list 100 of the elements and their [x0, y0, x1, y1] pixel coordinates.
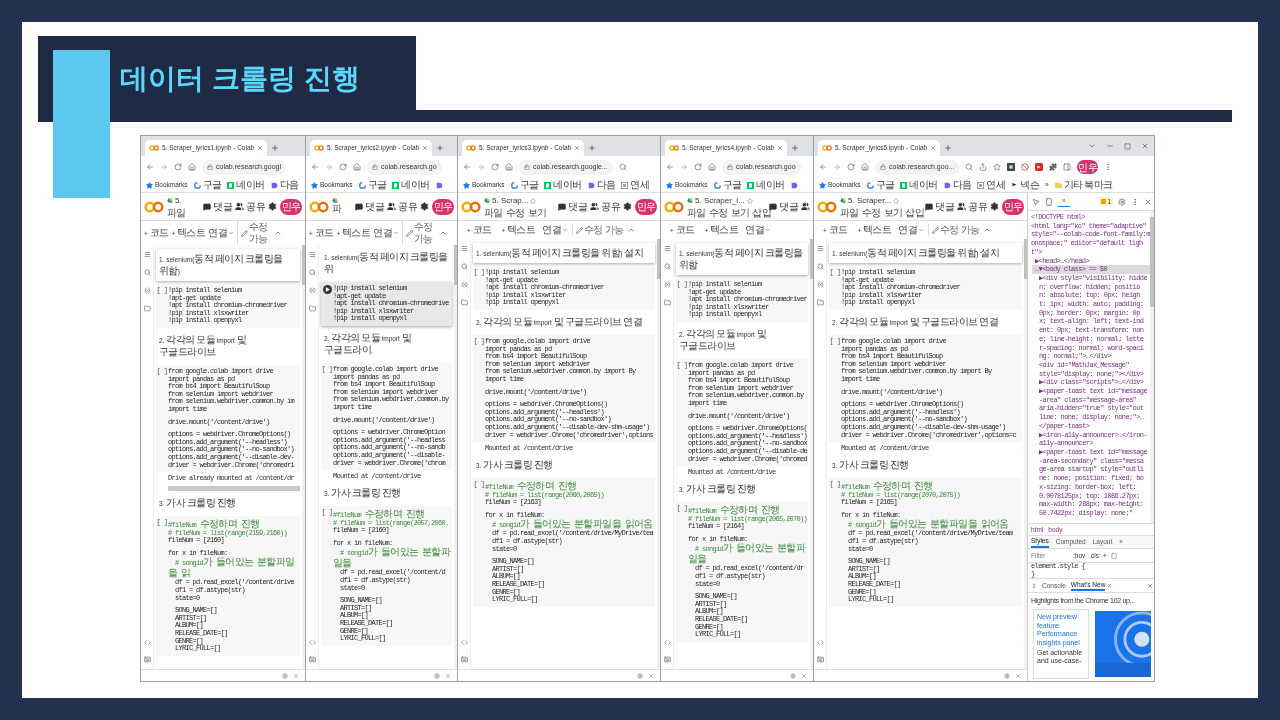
bookmark[interactable]: 네이버: [553, 179, 582, 191]
comment-icon[interactable]: [769, 202, 778, 211]
search-icon[interactable]: [965, 163, 974, 171]
vertical-scrollbar[interactable]: [454, 245, 457, 669]
menu-icon[interactable]: [1131, 197, 1139, 206]
menu-item[interactable]: 파일: [484, 206, 503, 219]
variables-icon[interactable]: [308, 287, 316, 294]
close-icon[interactable]: [648, 672, 654, 679]
close-icon[interactable]: [801, 672, 807, 679]
gear-icon[interactable]: [790, 672, 796, 679]
maximize-icon[interactable]: [1124, 142, 1131, 150]
code-icon[interactable]: [816, 639, 824, 646]
close-icon[interactable]: [293, 672, 299, 679]
code-icon[interactable]: [308, 639, 316, 646]
bookmark[interactable]: 네이버: [401, 179, 430, 191]
settings-icon[interactable]: [990, 202, 999, 211]
collapse-icon[interactable]: [274, 229, 283, 237]
new-tab-icon[interactable]: [791, 144, 800, 152]
keyboard-icon[interactable]: [460, 656, 468, 663]
gear-icon[interactable]: [282, 672, 288, 679]
home-icon[interactable]: [861, 163, 869, 171]
comment-icon[interactable]: [203, 202, 212, 211]
menu-item[interactable]: 삽입: [905, 206, 925, 219]
reload-icon[interactable]: [174, 163, 182, 171]
close-icon[interactable]: [1147, 582, 1153, 589]
new-tab-icon[interactable]: [436, 144, 445, 152]
star-icon[interactable]: [893, 197, 900, 204]
forward-icon[interactable]: [477, 163, 485, 171]
bookmark[interactable]: 네이버: [909, 179, 938, 191]
bookmark[interactable]: 넥슨: [1020, 179, 1039, 191]
notebook-title[interactable]: 5.: [175, 194, 182, 207]
settings-icon[interactable]: [623, 202, 632, 211]
keyboard-icon[interactable]: [663, 656, 671, 663]
share-label[interactable]: 공유: [601, 200, 620, 213]
new-tab-icon[interactable]: [271, 144, 280, 152]
profile-avatar[interactable]: 민우: [432, 198, 454, 215]
star-icon[interactable]: [530, 197, 537, 204]
share-label[interactable]: 공유: [246, 200, 265, 213]
menu-item[interactable]: 파: [332, 203, 342, 215]
bookmark[interactable]: 구글: [367, 179, 387, 191]
collapse-icon[interactable]: [983, 226, 992, 234]
bookmark[interactable]: 연세: [986, 179, 1006, 191]
menu-item[interactable]: 수정: [708, 206, 728, 219]
settings-icon[interactable]: [420, 202, 429, 211]
block-icon[interactable]: [1021, 163, 1030, 171]
toggle-icon[interactable]: [1110, 552, 1117, 559]
reload-icon[interactable]: [847, 163, 855, 171]
bookmark[interactable]: 구글: [519, 179, 539, 191]
vertical-scrollbar[interactable]: [657, 239, 660, 669]
tab-search-icon[interactable]: [1088, 142, 1096, 150]
menu-item[interactable]: 수정: [861, 206, 881, 219]
caret-icon[interactable]: [562, 227, 569, 233]
bookmark[interactable]: 연세: [630, 179, 650, 191]
pencil-icon[interactable]: [576, 226, 584, 234]
close-icon[interactable]: [1015, 672, 1021, 679]
variables-icon[interactable]: [663, 281, 671, 288]
extension-icon[interactable]: [1007, 163, 1016, 171]
share-label[interactable]: 공유: [398, 200, 417, 213]
close-icon[interactable]: [1144, 197, 1152, 206]
bookmark[interactable]: 구글: [722, 179, 742, 191]
close-icon[interactable]: [930, 145, 937, 151]
keyboard-icon[interactable]: [816, 656, 824, 663]
inspect-icon[interactable]: [1032, 197, 1040, 206]
comment-label[interactable]: 댓글: [213, 200, 233, 213]
close-icon[interactable]: [257, 145, 264, 151]
folder-icon[interactable]: [143, 305, 151, 312]
pencil-icon[interactable]: [406, 229, 414, 237]
vertical-scrollbar[interactable]: [810, 239, 813, 669]
back-icon[interactable]: [463, 163, 471, 171]
comment-label[interactable]: 댓글: [365, 200, 385, 213]
connect-button[interactable]: 연결: [373, 227, 393, 239]
close-icon[interactable]: [574, 145, 581, 151]
code-icon[interactable]: [460, 639, 468, 646]
forward-icon[interactable]: [680, 163, 688, 171]
run-button[interactable]: [322, 285, 332, 294]
people-icon[interactable]: [957, 202, 967, 211]
close-icon[interactable]: [1107, 583, 1113, 588]
collapse-icon[interactable]: [439, 229, 448, 237]
connect-button[interactable]: 연결: [542, 224, 562, 236]
home-icon[interactable]: [708, 163, 716, 171]
settings-icon[interactable]: [268, 202, 277, 211]
forward-icon[interactable]: [160, 163, 168, 171]
reload-icon[interactable]: [694, 163, 702, 171]
profile-avatar[interactable]: 민우: [635, 198, 657, 215]
bookmark[interactable]: 네이버: [236, 179, 265, 191]
search-icon[interactable]: [143, 269, 151, 276]
notebook-title[interactable]: 5. Scrap...: [492, 194, 529, 207]
people-icon[interactable]: [235, 202, 245, 211]
search-icon[interactable]: [816, 263, 824, 270]
close-icon[interactable]: [445, 672, 451, 679]
people-icon[interactable]: [387, 202, 397, 211]
puzzle-icon[interactable]: [1049, 163, 1058, 171]
forward-icon[interactable]: [833, 163, 841, 171]
menu-icon[interactable]: [1031, 582, 1037, 589]
comment-icon[interactable]: [925, 202, 934, 211]
menu-item[interactable]: 파일: [840, 206, 859, 219]
home-icon[interactable]: [505, 163, 513, 171]
variables-icon[interactable]: [143, 287, 151, 294]
close-icon[interactable]: [777, 145, 784, 151]
comment-label[interactable]: 댓글: [779, 200, 798, 213]
